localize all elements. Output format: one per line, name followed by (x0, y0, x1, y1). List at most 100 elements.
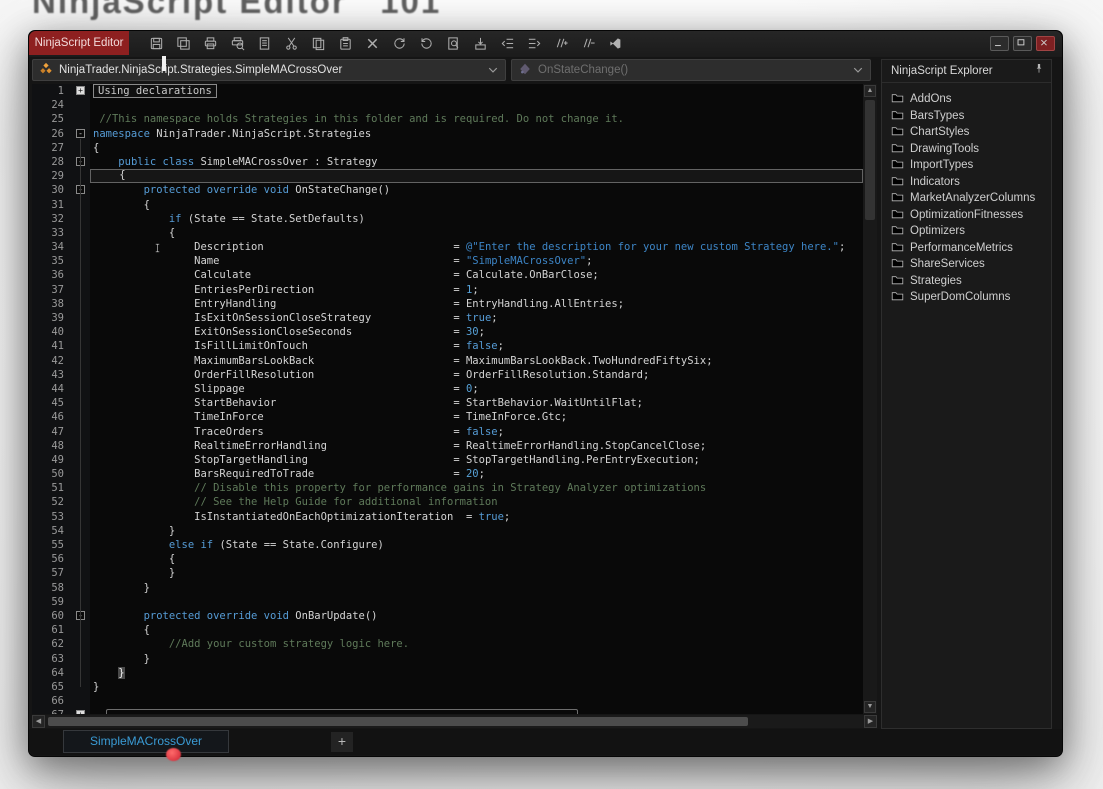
fold-marker[interactable]: + (76, 710, 85, 714)
chevron-down-icon[interactable] (852, 64, 864, 76)
redo-button[interactable] (417, 33, 435, 54)
code-line[interactable]: 63 } (32, 652, 863, 666)
code-line[interactable]: 43 OrderFillResolution = OrderFillResolu… (32, 368, 863, 382)
visual-studio-button[interactable] (606, 33, 624, 54)
horizontal-scroll-thumb[interactable] (48, 717, 748, 726)
explorer-folder-optimizationfitnesses[interactable]: OptimizationFitnesses (891, 207, 1051, 224)
explorer-folder-performancemetrics[interactable]: PerformanceMetrics (891, 240, 1051, 257)
code-line[interactable]: 65} (32, 680, 863, 694)
template-button[interactable] (255, 33, 273, 54)
code-line[interactable]: 53 IsInstantiatedOnEachOptimizationItera… (32, 510, 863, 524)
code-line[interactable]: 46 TimeInForce = TimeInForce.Gtc; (32, 410, 863, 424)
code-line[interactable]: 47 TraceOrders = false; (32, 425, 863, 439)
explorer-folder-chartstyles[interactable]: ChartStyles (891, 124, 1051, 141)
folder-label: OptimizationFitnesses (910, 209, 1023, 221)
code-line[interactable]: 52 // See the Help Guide for additional … (32, 495, 863, 509)
code-line[interactable]: 45 StartBehavior = StartBehavior.WaitUnt… (32, 396, 863, 410)
code-line[interactable]: 39 IsExitOnSessionCloseStrategy = true; (32, 311, 863, 325)
code-line[interactable]: 28- public class SimpleMACrossOver : Str… (32, 155, 863, 169)
code-line[interactable]: 42 MaximumBarsLookBack = MaximumBarsLook… (32, 354, 863, 368)
code-line[interactable]: 36 Calculate = Calculate.OnBarClose; (32, 268, 863, 282)
code-line[interactable]: 26-namespace NinjaTrader.NinjaScript.Str… (32, 127, 863, 141)
code-line[interactable]: 66 (32, 694, 863, 708)
folder-label: Strategies (910, 275, 962, 287)
comment-selection-button[interactable] (552, 33, 570, 54)
explorer-folder-addons[interactable]: AddOns (891, 91, 1051, 108)
code-line[interactable]: 30- protected override void OnStateChang… (32, 183, 863, 197)
explorer-folder-shareservices[interactable]: ShareServices (891, 256, 1051, 273)
close-button[interactable] (1036, 36, 1055, 51)
code-line[interactable]: 61 { (32, 623, 863, 637)
explorer-folder-drawingtools[interactable]: DrawingTools (891, 141, 1051, 158)
code-line[interactable]: 37 EntriesPerDirection = 1; (32, 283, 863, 297)
code-line[interactable]: 58 } (32, 581, 863, 595)
folder-label: SuperDomColumns (910, 291, 1010, 303)
print-preview-button[interactable] (228, 33, 246, 54)
print-button[interactable] (201, 33, 219, 54)
find-in-file-button[interactable] (444, 33, 462, 54)
tab-simplemacrossover[interactable]: SimpleMACrossOver (63, 730, 229, 753)
code-line[interactable]: 56 { (32, 552, 863, 566)
vertical-scroll-thumb[interactable] (865, 100, 875, 220)
code-line[interactable]: 27{ (32, 141, 863, 155)
code-line[interactable]: 32 if (State == State.SetDefaults) (32, 212, 863, 226)
paste-button[interactable] (336, 33, 354, 54)
pin-icon[interactable] (1033, 62, 1045, 80)
code-line[interactable]: 55 else if (State == State.Configure) (32, 538, 863, 552)
indent-button[interactable] (525, 33, 543, 54)
code-line[interactable]: 25 //This namespace holds Strategies in … (32, 112, 863, 126)
cut-button[interactable] (282, 33, 300, 54)
code-line[interactable]: 60- protected override void OnBarUpdate(… (32, 609, 863, 623)
horizontal-scrollbar[interactable]: ◀ ▶ (32, 715, 877, 728)
chevron-down-icon[interactable] (487, 64, 499, 76)
undo-button[interactable] (390, 33, 408, 54)
scroll-right-button[interactable]: ▶ (864, 715, 877, 728)
vertical-scrollbar[interactable]: ▲ ▼ (863, 84, 877, 714)
code-line[interactable]: 48 RealtimeErrorHandling = RealtimeError… (32, 439, 863, 453)
code-line[interactable]: 64 } (32, 666, 863, 680)
explorer-folder-optimizers[interactable]: Optimizers (891, 223, 1051, 240)
code-editor[interactable]: 1+Using declarations2425 //This namespac… (32, 84, 877, 714)
code-line[interactable]: 29 { (32, 169, 863, 183)
explorer-folder-marketanalyzercolumns[interactable]: MarketAnalyzerColumns (891, 190, 1051, 207)
code-line[interactable]: 31 { (32, 198, 863, 212)
code-line[interactable]: 67+ (32, 708, 863, 714)
member-dropdown[interactable]: OnStateChange() (511, 59, 871, 81)
explorer-folder-indicators[interactable]: Indicators (891, 174, 1051, 191)
code-line[interactable]: 49 StopTargetHandling = StopTargetHandli… (32, 453, 863, 467)
code-line[interactable]: 54 } (32, 524, 863, 538)
code-line[interactable]: 40 ExitOnSessionCloseSeconds = 30; (32, 325, 863, 339)
code-line[interactable]: 62 //Add your custom strategy logic here… (32, 637, 863, 651)
scroll-left-button[interactable]: ◀ (32, 715, 45, 728)
code-line[interactable]: 24 (32, 98, 863, 112)
uncomment-selection-button[interactable] (579, 33, 597, 54)
minimize-button[interactable] (990, 36, 1009, 51)
fold-marker[interactable]: + (76, 86, 85, 95)
explorer-folder-importtypes[interactable]: ImportTypes (891, 157, 1051, 174)
code-line[interactable]: 57 } (32, 566, 863, 580)
explorer-folder-barstypes[interactable]: BarsTypes (891, 108, 1051, 125)
code-line[interactable]: 1+Using declarations (32, 84, 863, 98)
code-line[interactable]: 50 BarsRequiredToTrade = 20; (32, 467, 863, 481)
folder-icon (891, 174, 904, 190)
explorer-folder-strategies[interactable]: Strategies (891, 273, 1051, 290)
code-line[interactable]: 59 (32, 595, 863, 609)
fold-marker[interactable]: - (76, 129, 85, 138)
outdent-button[interactable] (498, 33, 516, 54)
save-button[interactable] (147, 33, 165, 54)
code-line[interactable]: 41 IsFillLimitOnTouch = false; (32, 339, 863, 353)
new-tab-button[interactable]: + (331, 732, 353, 752)
save-as-button[interactable] (174, 33, 192, 54)
explorer-folder-superdomcolumns[interactable]: SuperDomColumns (891, 289, 1051, 306)
code-line[interactable]: 38 EntryHandling = EntryHandling.AllEntr… (32, 297, 863, 311)
code-line[interactable]: 33 { (32, 226, 863, 240)
code-line[interactable]: 44 Slippage = 0; (32, 382, 863, 396)
delete-button[interactable] (363, 33, 381, 54)
copy-button[interactable] (309, 33, 327, 54)
scroll-up-button[interactable]: ▲ (864, 85, 876, 97)
scroll-down-button[interactable]: ▼ (864, 701, 876, 713)
maximize-button[interactable] (1013, 36, 1032, 51)
code-line[interactable]: 51 // Disable this property for performa… (32, 481, 863, 495)
compile-button[interactable] (471, 33, 489, 54)
type-dropdown[interactable]: NinjaTrader.NinjaScript.Strategies.Simpl… (32, 59, 506, 81)
